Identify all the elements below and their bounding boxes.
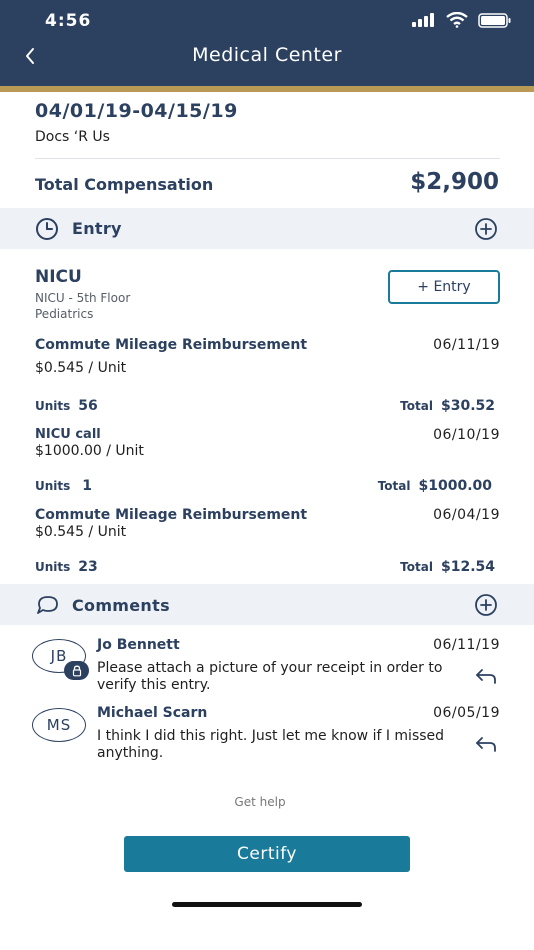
app-header: 4:56 Medical Center [0,0,534,86]
entry-item-totals: Units 23 Total $12.54 [35,556,495,575]
entry-group-location: NICU - 5th Floor Pediatrics [35,290,130,322]
add-comment-plus-icon[interactable] [473,592,499,618]
entry-item-name: NICU call [35,427,101,442]
entry-item-date: 06/04/19 [433,507,500,523]
certify-button[interactable]: Certify [124,836,410,872]
units-label: Units [35,479,71,493]
total-value: $12.54 [440,559,495,575]
comment-item: MS Michael Scarn 06/05/19 I think I did … [32,705,500,765]
entry-item-date: 06/10/19 [433,427,500,443]
total-value: $1000.00 [418,478,492,494]
entry-item-rate: $1000.00 / Unit [35,443,144,459]
units-value: 1 [82,478,93,494]
home-indicator[interactable] [172,902,362,907]
total-value: $30.52 [440,398,495,414]
group-department: Pediatrics [35,307,94,321]
pay-period: 04/01/19-04/15/19 [35,100,238,122]
total-label: Total [400,399,433,413]
total-group: Total $12.54 [400,556,495,575]
units-group: Units 23 [35,556,98,575]
wifi-icon [446,12,468,28]
entry-item[interactable]: Commute Mileage Reimbursement 06/11/19 $… [35,337,500,376]
comments-section-title: Comments [72,596,170,615]
total-group: Total $30.52 [400,395,495,414]
comment-date: 06/11/19 [433,637,500,653]
comment-author: Jo Bennett [97,637,180,653]
summary-divider [35,158,500,159]
total-compensation-value: $2,900 [410,169,499,195]
entry-item[interactable]: Commute Mileage Reimbursement 06/04/19 $… [35,507,500,540]
entry-item-name: Commute Mileage Reimbursement [35,337,308,353]
comment-date: 06/05/19 [433,705,500,721]
entry-item-totals: Units 1 Total $1000.00 [35,475,492,494]
entry-item[interactable]: NICU call 06/10/19 $1000.00 / Unit [35,427,500,459]
entry-item-date: 06/11/19 [433,337,500,353]
entry-item-totals: Units 56 Total $30.52 [35,395,495,414]
provider-name: Docs ‘R Us [35,129,110,145]
total-label: Total [400,560,433,574]
battery-icon [478,12,511,28]
total-label: Total [377,479,411,493]
group-location: NICU - 5th Floor [35,291,131,305]
add-entry-plus-icon[interactable] [473,216,499,242]
header-accent-bar [0,86,534,92]
get-help-link[interactable]: Get help [0,795,520,809]
comment-author: Michael Scarn [97,705,208,721]
entry-section-title: Entry [72,219,122,238]
page-title: Medical Center [192,44,342,66]
signal-icon [412,13,434,27]
comments-section-header: Comments [0,584,534,625]
units-label: Units [35,560,71,574]
units-group: Units 56 [35,395,98,414]
units-label: Units [35,399,71,413]
entry-group-title: NICU [35,267,82,287]
comment-text: Please attach a picture of your receipt … [97,660,443,693]
units-value: 56 [78,398,98,414]
comment-text: I think I did this right. Just let me kn… [97,728,445,761]
entry-item-name: Commute Mileage Reimbursement [35,507,308,523]
speech-bubble-icon [37,596,58,614]
lock-icon [64,661,89,680]
reply-icon[interactable] [475,667,497,685]
entry-section-header: Entry [0,208,534,249]
status-icons [412,12,512,28]
units-group: Units 1 [35,475,92,494]
entry-item-rate: $0.545 / Unit [35,524,127,540]
clock-icon [36,218,58,240]
total-group: Total $1000.00 [378,475,492,494]
avatar: MS [32,708,86,742]
units-value: 23 [78,559,98,575]
status-time: 4:56 [45,11,92,31]
add-entry-button[interactable]: + Entry [388,270,500,304]
entry-item-rate: $0.545 / Unit [35,360,127,376]
comment-item: JB Jo Bennett 06/11/19 Please attach a p… [32,637,500,697]
reply-icon[interactable] [475,735,497,753]
total-compensation-label: Total Compensation [35,175,214,194]
